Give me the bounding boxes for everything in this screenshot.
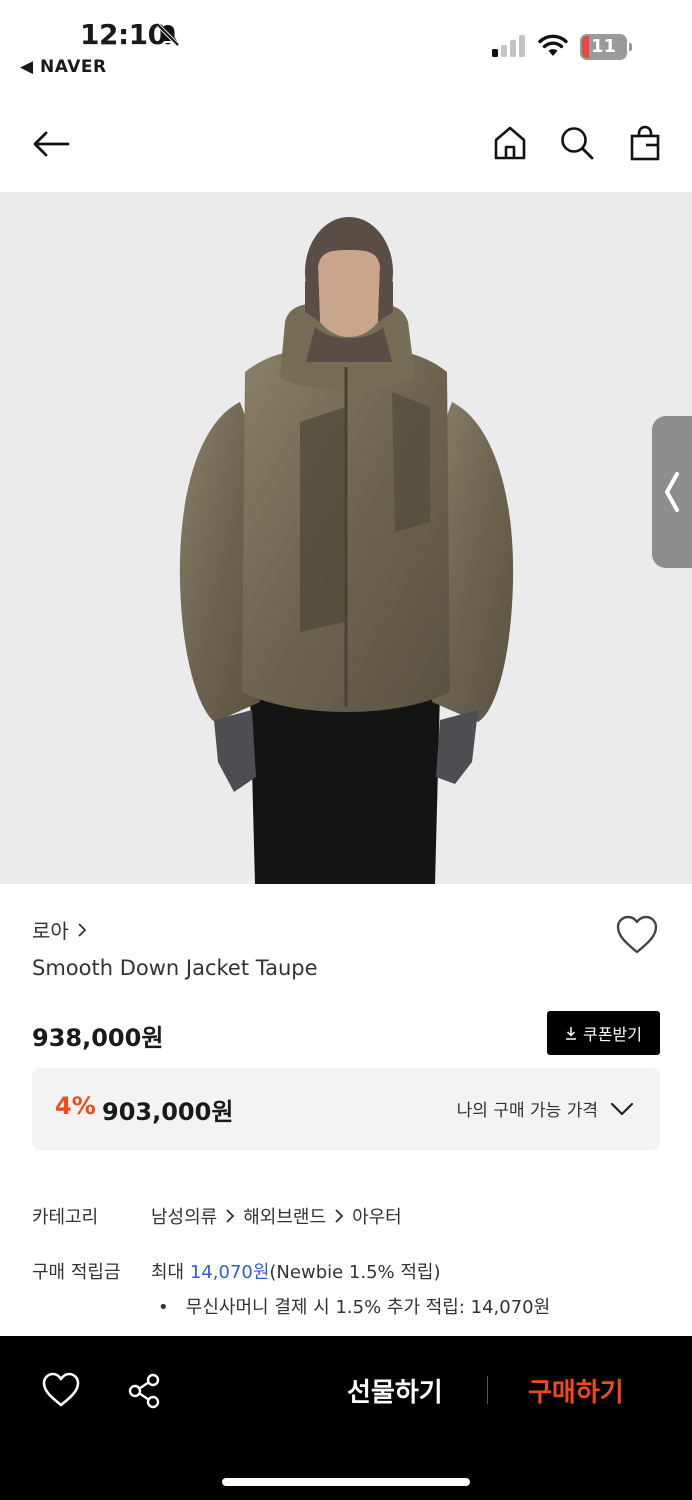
wifi-icon <box>538 34 568 56</box>
my-price-label: 나의 구매 가능 가격 <box>456 1101 598 1121</box>
back-button[interactable] <box>29 122 73 166</box>
bell-off-icon <box>156 23 180 47</box>
home-icon <box>494 126 526 160</box>
cell-signal-icon <box>492 35 525 57</box>
points-info: 최대 14,070원(Newbie 1.5% 적립) <box>151 1258 441 1284</box>
points-suffix: (Newbie 1.5% 적립) <box>269 1262 441 1283</box>
points-bullet: • 무신사머니 결제 시 1.5% 추가 적립: 14,070원 <box>158 1297 551 1318</box>
shopping-bag-icon <box>630 125 660 161</box>
bottom-divider <box>487 1376 488 1404</box>
points-label: 구매 적립금 <box>32 1262 121 1283</box>
chevron-right-icon <box>335 1209 344 1223</box>
category-item[interactable]: 아우터 <box>352 1203 402 1229</box>
chevron-down-icon <box>610 1102 634 1115</box>
bottom-wishlist-button[interactable] <box>40 1370 82 1410</box>
gift-button[interactable]: 선물하기 <box>347 1372 443 1409</box>
home-indicator[interactable] <box>222 1478 470 1486</box>
discount-rate: 4% <box>55 1092 96 1120</box>
points-bullet-text: 무신사머니 결제 시 1.5% 추가 적립: 14,070원 <box>185 1297 551 1318</box>
bottom-action-bar: 선물하기 구매하기 <box>0 1336 692 1500</box>
my-price-box[interactable]: 4% 903,000원 나의 구매 가능 가격 <box>32 1068 660 1150</box>
chevron-right-icon <box>78 922 87 937</box>
buy-button[interactable]: 구매하기 <box>528 1372 624 1409</box>
arrow-left-icon <box>33 131 70 157</box>
coupon-button[interactable]: 쿠폰받기 <box>547 1011 660 1055</box>
points-prefix: 최대 <box>151 1262 185 1283</box>
battery-percent: 11 <box>590 36 617 57</box>
side-panel-handle[interactable] <box>652 416 692 568</box>
product-title: Smooth Down Jacket Taupe <box>32 956 318 980</box>
sale-price: 903,000원 <box>102 1098 234 1126</box>
category-item[interactable]: 해외브랜드 <box>243 1203 326 1229</box>
top-nav <box>0 96 692 192</box>
share-button[interactable] <box>124 1372 164 1410</box>
download-icon <box>566 1027 577 1040</box>
back-to-app-link[interactable]: ◀ NAVER <box>20 57 107 77</box>
search-icon <box>561 127 594 160</box>
product-photo <box>179 217 514 884</box>
original-price: 938,000원 <box>32 1024 164 1052</box>
heart-icon <box>42 1372 80 1407</box>
status-bar: 12:10 ◀ NAVER 11 <box>0 0 692 96</box>
brand-link[interactable]: 로아 <box>32 915 87 944</box>
coupon-label: 쿠폰받기 <box>583 1025 642 1044</box>
product-image[interactable] <box>0 192 692 884</box>
wishlist-button[interactable] <box>614 914 660 956</box>
home-button[interactable] <box>488 121 532 165</box>
my-price-toggle[interactable]: 나의 구매 가능 가격 <box>457 1096 634 1121</box>
chevron-right-icon <box>226 1209 235 1223</box>
points-value: 14,070원 <box>189 1262 270 1283</box>
shopping-bag-button[interactable] <box>623 121 667 165</box>
brand-name: 로아 <box>32 919 69 943</box>
status-time: 12:10 <box>80 18 167 51</box>
battery-indicator: 11 <box>580 34 632 60</box>
category-label: 카테고리 <box>32 1207 99 1228</box>
search-button[interactable] <box>555 121 599 165</box>
category-item[interactable]: 남성의류 <box>151 1203 217 1229</box>
category-breadcrumb: 남성의류 해외브랜드 아우터 <box>151 1203 402 1229</box>
heart-icon <box>616 915 658 954</box>
share-icon <box>128 1373 160 1409</box>
chevron-left-icon <box>665 472 679 512</box>
